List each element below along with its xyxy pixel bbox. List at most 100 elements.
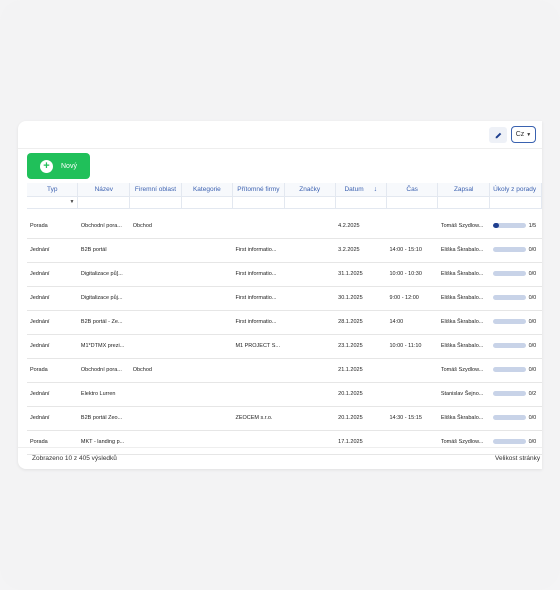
column-header-datum[interactable]: Datum ↓	[335, 183, 387, 197]
cell-typ: Porada	[27, 358, 78, 383]
column-header-ukoly[interactable]: Úkoly z porady	[489, 183, 542, 197]
cell-pritomne-firmy	[232, 214, 285, 239]
cell-zapsal: Tomáš Szydlow...	[437, 358, 490, 383]
cell-firemni-oblast	[129, 334, 182, 359]
cell-kategorie	[181, 406, 233, 431]
language-select[interactable]: Cz ▼	[511, 126, 536, 143]
filter-kategorie[interactable]	[181, 196, 233, 209]
cell-cas	[386, 382, 438, 407]
filter-nazev[interactable]	[77, 196, 131, 209]
progress-bar	[492, 391, 526, 397]
filter-zapsal[interactable]	[437, 196, 491, 209]
progress-text: 0/0	[528, 294, 537, 301]
pencil-icon	[495, 126, 502, 144]
filter-znacky[interactable]	[284, 196, 336, 209]
progress-text: 0/0	[528, 438, 537, 445]
cell-zapsal: Eliška Škrabalo...	[437, 310, 490, 335]
progress-text: 0/0	[528, 270, 537, 277]
page-background: Cz ▼ + Nový Typ Název Firemní oblast Kat…	[0, 0, 560, 590]
progress-bar	[492, 439, 526, 445]
table-row[interactable]: Jednání B2B portál Zeo... ZEOCEM s.r.o. 20.…	[27, 406, 542, 431]
filter-firemni-oblast[interactable]	[129, 196, 182, 209]
table-row[interactable]: Jednání Digitalizace půj... First informat…	[27, 286, 542, 311]
cell-datum: 28.1.2025	[335, 310, 387, 335]
table-row[interactable]: Jednání B2B portál First informatio... 3.2.…	[27, 238, 542, 263]
progress-bar	[492, 343, 526, 349]
cell-datum: 31.1.2025	[335, 262, 387, 287]
cell-znacky	[284, 262, 336, 287]
table-row[interactable]: Jednání B2B portál - Ze... First informati…	[27, 310, 542, 335]
column-header-kategorie[interactable]: Kategorie	[181, 183, 233, 197]
column-header-firemni-oblast[interactable]: Firemní oblast	[129, 183, 182, 197]
cell-datum: 3.2.2025	[335, 238, 387, 263]
cell-ukoly: 0/2	[489, 382, 542, 407]
edit-button[interactable]	[489, 127, 507, 143]
cell-typ: Jednání	[27, 238, 78, 263]
cell-ukoly: 0/0	[489, 358, 542, 383]
cell-nazev: Elektro Lurren	[77, 382, 130, 407]
cell-nazev: M1*DTMX prezi...	[77, 334, 130, 359]
progress-text: 0/0	[528, 342, 537, 349]
cell-pritomne-firmy: First informatio...	[232, 238, 285, 263]
cell-znacky	[284, 214, 336, 239]
cell-nazev: Obchodní pora...	[77, 214, 130, 239]
column-header-znacky[interactable]: Značky	[284, 183, 336, 197]
cell-nazev: Digitalizace pů]...	[77, 262, 130, 287]
cell-ukoly: 0/0	[489, 310, 542, 335]
cell-typ: Porada	[27, 214, 78, 239]
plus-icon: +	[40, 159, 53, 173]
column-header-pritomne-firmy[interactable]: Přítomné firmy	[232, 183, 285, 197]
language-value: Cz	[515, 131, 525, 138]
meetings-card: Cz ▼ + Nový Typ Název Firemní oblast Kat…	[18, 121, 542, 469]
card-toolbar: Cz ▼	[18, 121, 542, 149]
progress-text: 1/5	[528, 222, 537, 229]
progress-bar	[492, 415, 526, 421]
cell-znacky	[284, 238, 336, 263]
chevron-down-icon: ▼	[69, 199, 75, 205]
cell-cas: 9:00 - 12:00	[386, 286, 438, 311]
filter-ukoly[interactable]	[489, 196, 542, 209]
cell-kategorie	[181, 286, 233, 311]
meetings-table: Typ Název Firemní oblast Kategorie Příto…	[27, 183, 542, 455]
table-row[interactable]: Porada Obchodní pora... Obchod 21.1.2025 Tom…	[27, 358, 542, 383]
progress-text: 0/0	[528, 246, 537, 253]
table-body: Porada Obchodní pora... Obchod 4.2.2025 Tomá…	[27, 214, 542, 455]
cell-datum: 21.1.2025	[335, 358, 387, 383]
cell-zapsal: Tomáš Szydlow...	[437, 214, 490, 239]
progress-bar	[492, 223, 526, 229]
table-row[interactable]: Jednání M1*DTMX prezi... M1 PROJECT S... 23…	[27, 334, 542, 359]
cell-cas: 14:30 - 15:15	[386, 406, 438, 431]
column-header-typ[interactable]: Typ	[27, 183, 79, 197]
cell-kategorie	[181, 382, 233, 407]
progress-bar	[492, 295, 526, 301]
progress-text: 0/2	[528, 390, 537, 397]
cell-cas: 10:00 - 10:30	[386, 262, 438, 287]
progress-text: 0/0	[528, 318, 537, 325]
filter-datum[interactable]	[335, 196, 387, 209]
cell-typ: Jednání	[27, 406, 78, 431]
cell-firemni-oblast	[129, 382, 182, 407]
filter-typ[interactable]: ▼	[27, 196, 79, 209]
column-header-nazev[interactable]: Název	[77, 183, 131, 197]
cell-zapsal: Eliška Škrabalo...	[437, 286, 490, 311]
cell-firemni-oblast: Obchod	[129, 358, 182, 383]
cell-cas: 10:00 - 11:10	[386, 334, 438, 359]
page-size-label[interactable]: Velikost stránky	[495, 455, 540, 462]
progress-bar	[492, 271, 526, 277]
cell-typ: Jednání	[27, 310, 78, 335]
column-header-zapsal[interactable]: Zapsal	[437, 183, 491, 197]
progress-bar	[492, 319, 526, 325]
cell-nazev: Obchodní pora...	[77, 358, 130, 383]
table-row[interactable]: Porada Obchodní pora... Obchod 4.2.2025 Tomá…	[27, 214, 542, 239]
table-row[interactable]: Jednání Elektro Lurren 20.1.2025 Stanislav …	[27, 382, 542, 407]
filter-pritomne-firmy[interactable]	[232, 196, 285, 209]
column-header-cas[interactable]: Čas	[386, 183, 439, 197]
progress-bar	[492, 247, 526, 253]
filter-cas[interactable]	[386, 196, 439, 209]
new-button[interactable]: + Nový	[27, 153, 90, 179]
cell-cas	[386, 214, 438, 239]
table-row[interactable]: Jednání Digitalizace pů]... First informat…	[27, 262, 542, 287]
cell-kategorie	[181, 358, 233, 383]
cell-ukoly: 0/0	[489, 262, 542, 287]
cell-cas: 14:00	[386, 310, 438, 335]
